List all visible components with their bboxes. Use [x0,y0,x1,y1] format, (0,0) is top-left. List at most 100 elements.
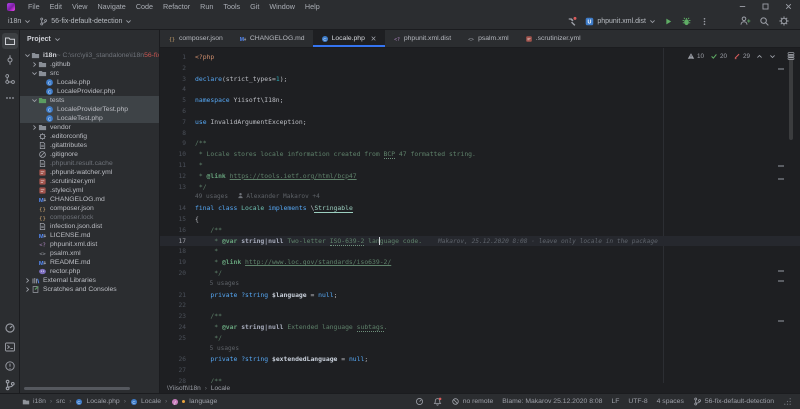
tree-item-readme-md[interactable]: MREADME.md [20,258,159,267]
menu-refactor[interactable]: Refactor [158,0,195,13]
tab--scrutinizer-yml[interactable]: .scrutinizer.yml [517,30,589,47]
inspection-warn[interactable]: 10 [687,52,704,60]
tab-changelog-md[interactable]: MCHANGELOG.md [231,30,313,47]
tree-label: .phpunit.result.cache [50,159,113,168]
menu-view[interactable]: View [67,0,92,13]
nav-item-language[interactable]: flanguage [171,398,217,406]
run-config-selector[interactable]: Uphpunit.xml.dist [585,17,656,26]
close-button[interactable] [777,0,800,13]
tab-psalm-xml[interactable]: <>psalm.xml [459,30,517,47]
tree-item--github[interactable]: .github [20,60,159,69]
run-button-icon[interactable] [664,17,673,26]
code-with-me-button-icon[interactable] [739,15,751,27]
project-widget[interactable]: i18n [8,18,31,25]
encoding-widget[interactable]: UTF-8 [628,398,647,405]
services-tool-window[interactable] [2,320,18,336]
tree-item-locale-php[interactable]: CLocale.php [20,78,159,87]
tree-item-phpunit-xml-dist[interactable]: <?phpunit.xml.dist [20,240,159,249]
build-button-icon[interactable] [566,16,577,27]
menu-edit[interactable]: Edit [45,0,67,13]
tree-item--gitattributes[interactable]: .gitattributes [20,141,159,150]
breadcrumb-1[interactable]: Locale [211,385,230,392]
tab-locale-php[interactable]: CLocale.php [313,30,385,47]
tree-item-psalm-xml[interactable]: <>psalm.xml [20,249,159,258]
tab-phpunit-xml-dist[interactable]: <?phpunit.xml.dist [385,30,459,47]
phpunit-config-icon[interactable]: U [585,17,594,26]
menu-file[interactable]: File [23,0,45,13]
minimize-button[interactable] [731,0,754,13]
menu-git[interactable]: Git [245,0,264,13]
inspection-check[interactable]: 20 [710,52,727,60]
debug-button-icon[interactable] [681,16,692,27]
search-everywhere-button-icon[interactable] [759,16,770,27]
inspections-widget[interactable]: 10 20 29 [687,50,776,62]
menu-code[interactable]: Code [131,0,158,13]
tree-item-vendor[interactable]: vendor [20,123,159,132]
tree-item-license-md[interactable]: MLICENSE.md [20,231,159,240]
menu-navigate[interactable]: Navigate [92,0,130,13]
settings-button-icon[interactable] [778,15,790,27]
project-tool-window[interactable] [2,33,18,49]
problems-tool-window[interactable] [2,358,18,374]
remote-widget[interactable]: no remote [451,397,494,406]
tree-item-composer-json[interactable]: {}composer.json [20,204,159,213]
tree-item-localeprovider-php[interactable]: CLocaleProvider.php [20,87,159,96]
nav-item-src[interactable]: src [56,398,65,405]
svg-text:<>: <> [468,37,474,42]
next-problem-icon[interactable] [769,53,776,60]
tree-item-localeprovidertest-php[interactable]: CLocaleProviderTest.php [20,105,159,114]
breadcrumb-0[interactable]: \Yiisoft\I18n [167,385,201,392]
maximize-button[interactable] [754,0,777,13]
svg-text:{}: {} [39,207,46,213]
nav-item-i18n[interactable]: i18n [22,398,46,406]
tree-item--phpunit-result-cache[interactable]: .phpunit.result.cache [20,159,159,168]
project-panel-header[interactable]: Project [20,30,159,48]
code-editor[interactable]: 1<?php23declare(strict_types=1);45namesp… [160,48,800,383]
menu-window[interactable]: Window [264,0,300,13]
menu-help[interactable]: Help [300,0,325,13]
tree-item--phpunit-watcher-yml[interactable]: .phpunit-watcher.yml [20,168,159,177]
commit-tool-window[interactable] [2,52,18,68]
git-branch-widget[interactable]: 56-fix-default-detection [693,397,774,406]
menu-run[interactable]: Run [195,0,218,13]
close-tab-button[interactable] [370,35,377,42]
inspection-errm[interactable]: 29 [733,52,750,60]
tree-item-src[interactable]: src [20,69,159,78]
tree-item-localetest-php[interactable]: CLocaleTest.php [20,114,159,123]
blame-widget[interactable]: Blame: Makarov 25.12.2020 8:08 [502,398,602,405]
notifications[interactable] [433,397,442,406]
indent-widget[interactable]: 4 spaces [657,398,684,405]
tree-item-changelog-md[interactable]: MCHANGELOG.md [20,195,159,204]
memory-indicator[interactable] [415,397,424,406]
tree-item-external-libraries[interactable]: External Libraries [20,276,159,285]
tree-label: .phpunit-watcher.yml [50,168,112,177]
menu-tools[interactable]: Tools [218,0,245,13]
tree-item-tests[interactable]: tests [20,96,159,105]
tree-item-infection-json-dist[interactable]: infection.json.dist [20,222,159,231]
line-separator-widget[interactable]: LF [611,398,619,405]
nav-item-locale[interactable]: CLocale [130,398,161,406]
vcs-branch-widget[interactable]: 56-fix-default-detection [39,17,132,26]
resize-grip[interactable] [783,397,792,406]
chevron-right-icon [31,124,38,131]
git-tool-window[interactable] [2,377,18,393]
tree-item--styleci-yml[interactable]: .styleci.yml [20,186,159,195]
tree-item--gitignore[interactable]: .gitignore [20,150,159,159]
project-tool-window-icon [4,35,16,47]
tree-item--editorconfig[interactable]: .editorconfig [20,132,159,141]
tree-item-composer-lock[interactable]: {}composer.lock [20,213,159,222]
more-tool-windows[interactable] [2,90,18,106]
horizontal-scrollbar[interactable] [24,387,130,390]
tree-item-rector-php[interactable]: rector.php [20,267,159,276]
terminal-tool-window[interactable] [2,339,18,355]
tree-item-scratches-and-consoles[interactable]: Scratches and Consoles [20,285,159,294]
more-actions-icon[interactable] [700,17,709,26]
nav-item-locale.php[interactable]: CLocale.php [75,398,119,406]
vertical-scrollbar[interactable] [789,54,793,140]
tab-composer-json[interactable]: {}composer.json [160,30,231,47]
tree-item-i18n[interactable]: i18n ~ C:\src\yii3_standalone\i18n 56-fi… [20,51,159,60]
prev-problem-icon[interactable] [756,53,763,60]
chevron-down-icon[interactable] [649,18,656,25]
pull-requests-tool-window[interactable] [2,71,18,87]
tree-item--scrutinizer-yml[interactable]: .scrutinizer.yml [20,177,159,186]
